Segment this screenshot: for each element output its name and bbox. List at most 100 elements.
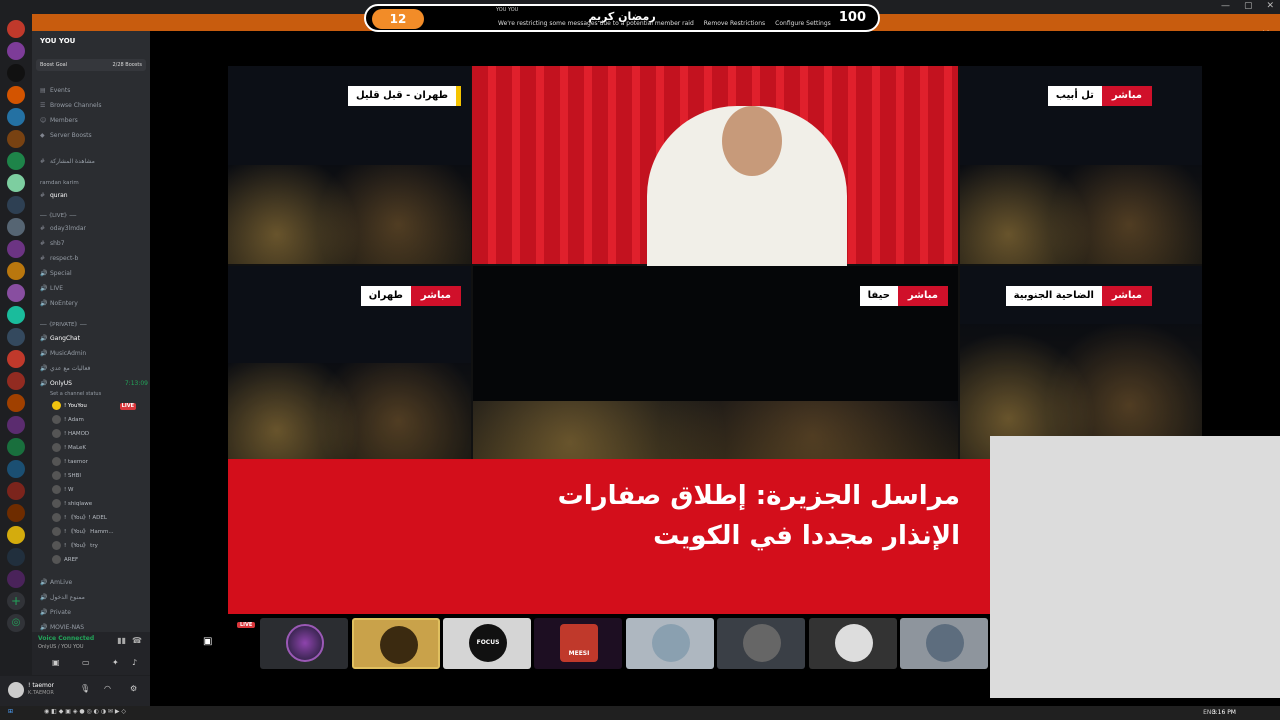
- server-icon[interactable]: [7, 218, 25, 236]
- minimize-button[interactable]: —: [1221, 1, 1230, 11]
- noise-icon[interactable]: ▮▮: [117, 636, 126, 645]
- channel-status[interactable]: Set a channel status: [50, 388, 158, 400]
- server-icon[interactable]: [7, 570, 25, 588]
- camera-icon[interactable]: ▣: [52, 658, 60, 667]
- server-icon[interactable]: [7, 262, 25, 280]
- server-icon[interactable]: [7, 196, 25, 214]
- configure-settings-link[interactable]: Configure Settings: [775, 20, 831, 27]
- server-icon[interactable]: [7, 438, 25, 456]
- server-icon[interactable]: [7, 416, 25, 434]
- menu-members[interactable]: ☺ Members: [40, 115, 148, 127]
- speaker-icon: 🔊: [40, 579, 48, 586]
- server-icon[interactable]: [7, 372, 25, 390]
- voice-user[interactable]: ! 《You》 Hamm...: [52, 526, 144, 539]
- participant-tile[interactable]: [809, 618, 897, 669]
- clock[interactable]: 3:16 PM: [1212, 709, 1236, 716]
- voice-user[interactable]: ! SHBI: [52, 470, 144, 483]
- server-icon[interactable]: [7, 460, 25, 478]
- server-icon[interactable]: [7, 350, 25, 368]
- voice-channel-item[interactable]: 🔊 LIVE: [40, 283, 148, 295]
- user-name[interactable]: ! taemor: [28, 682, 54, 689]
- menu-events[interactable]: ▤ Events: [40, 85, 148, 97]
- server-icon[interactable]: [7, 548, 25, 566]
- add-server-icon[interactable]: +: [7, 592, 25, 610]
- participant-tile[interactable]: [352, 618, 440, 669]
- server-icon[interactable]: [7, 86, 25, 104]
- category-header[interactable]: ──《LIVE》──: [40, 210, 148, 222]
- voice-channel-item[interactable]: 🔊 فعاليات مع عدي: [40, 363, 148, 375]
- voice-status[interactable]: Voice Connected: [38, 635, 94, 642]
- participant-tile[interactable]: MEESI: [534, 618, 622, 669]
- server-icon[interactable]: [7, 174, 25, 192]
- participant-tile[interactable]: [900, 618, 988, 669]
- chat-icon[interactable]: ▣: [203, 636, 217, 650]
- voice-user[interactable]: AREF: [52, 554, 144, 567]
- voice-user[interactable]: ! taemor: [52, 456, 144, 469]
- headset-icon[interactable]: ◠: [104, 684, 111, 693]
- boost-goal[interactable]: Boost Goal 2/28 Boosts: [36, 59, 146, 71]
- server-icon[interactable]: [7, 152, 25, 170]
- server-icon[interactable]: [7, 240, 25, 258]
- voice-channel-item[interactable]: 🔊 ممنوع الدخول: [40, 592, 148, 604]
- voice-channel-item[interactable]: 🔊 Special: [40, 268, 148, 280]
- voice-user[interactable]: ! YouYou LIVE: [52, 400, 144, 413]
- channel-label: Special: [50, 270, 72, 277]
- avatar[interactable]: [8, 682, 24, 698]
- voice-channel-item[interactable]: 🔊 MusicAdmin: [40, 348, 148, 360]
- voice-channel-path[interactable]: OnlyUS / YOU YOU: [38, 644, 84, 650]
- activity-icon[interactable]: ✦: [112, 658, 119, 667]
- voice-user[interactable]: ! 《You》! ADEL: [52, 512, 144, 525]
- participant-tile[interactable]: [626, 618, 714, 669]
- server-icon[interactable]: [7, 526, 25, 544]
- server-name[interactable]: YOU YOU: [40, 37, 75, 45]
- server-icon[interactable]: [7, 306, 25, 324]
- voice-user[interactable]: ! HAMOD: [52, 428, 144, 441]
- voice-user[interactable]: ! MaLeK: [52, 442, 144, 455]
- avatar: [286, 624, 324, 662]
- server-icon[interactable]: [7, 284, 25, 302]
- channel-item[interactable]: # respect-b: [40, 253, 148, 265]
- category-header[interactable]: ramdan karim: [40, 177, 148, 189]
- voice-channel-item[interactable]: 🔊 Private: [40, 607, 148, 619]
- channel-item[interactable]: # oday3lmdar: [40, 223, 148, 235]
- participant-tile[interactable]: [717, 618, 805, 669]
- voice-channel-item[interactable]: 🔊 AmLive: [40, 577, 148, 589]
- screen-share-icon[interactable]: ▭: [82, 658, 90, 667]
- voice-user[interactable]: ! shiqlawe: [52, 498, 144, 511]
- window-controls: — ▢ ✕: [1221, 1, 1274, 11]
- channel-label: AmLive: [50, 579, 73, 586]
- hash-icon: #: [40, 255, 46, 262]
- channel-item[interactable]: # quran: [40, 190, 148, 202]
- windows-start-icon[interactable]: ⊞: [8, 708, 13, 715]
- channel-item[interactable]: # shb7: [40, 238, 148, 250]
- participant-tile[interactable]: FOCUS: [443, 618, 531, 669]
- voice-user[interactable]: ! 《You》 try: [52, 540, 144, 553]
- category-header[interactable]: ──《PRIVATE》──: [40, 319, 148, 331]
- voice-channel-item[interactable]: 🔊 GangChat: [40, 333, 148, 345]
- mic-icon[interactable]: 🎙: [80, 684, 90, 693]
- server-icon[interactable]: [7, 328, 25, 346]
- server-icon[interactable]: [7, 394, 25, 412]
- voice-user[interactable]: ! Adam: [52, 414, 144, 427]
- server-icon[interactable]: [7, 108, 25, 126]
- server-icon[interactable]: [7, 482, 25, 500]
- menu-browse-channels[interactable]: ☰ Browse Channels: [40, 100, 148, 112]
- menu-server-boosts[interactable]: ◆ Server Boosts: [40, 130, 148, 142]
- soundboard-icon[interactable]: ♪: [132, 658, 137, 667]
- settings-icon[interactable]: ⚙: [130, 684, 137, 693]
- explore-icon[interactable]: ◎: [7, 614, 25, 632]
- server-icon[interactable]: [7, 20, 25, 38]
- maximize-button[interactable]: ▢: [1244, 1, 1253, 11]
- server-icon[interactable]: [7, 504, 25, 522]
- close-window-button[interactable]: ✕: [1266, 1, 1274, 11]
- channel-item[interactable]: # مشاهدة المشاركة: [40, 156, 148, 168]
- remove-restrictions-link[interactable]: Remove Restrictions: [704, 20, 765, 27]
- participant-tile[interactable]: [260, 618, 348, 669]
- server-icon[interactable]: [7, 130, 25, 148]
- voice-channel-item[interactable]: 🔊 NoEntery: [40, 298, 148, 310]
- taskbar-apps[interactable]: ◉ ◧ ◆ ▣ ◈ ● ◎ ◐ ◑ ✉ ▶ ◇: [44, 708, 126, 715]
- server-icon[interactable]: [7, 42, 25, 60]
- voice-user[interactable]: ! W: [52, 484, 144, 497]
- disconnect-icon[interactable]: ☎: [132, 636, 142, 645]
- server-icon[interactable]: [7, 64, 25, 82]
